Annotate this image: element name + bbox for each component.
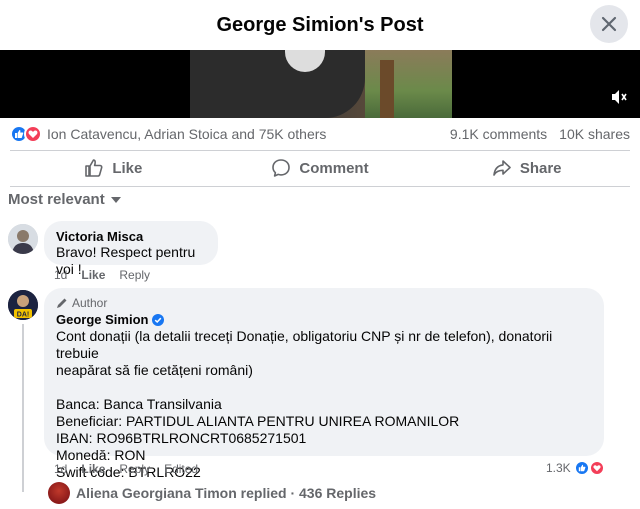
comment-text: Cont donații (la detalii treceți Donație… <box>56 328 592 481</box>
comment-line: neapărat să fie cetățeni români) <box>56 362 253 378</box>
share-label: Share <box>519 159 562 177</box>
share-button[interactable]: Share <box>423 158 630 178</box>
reaction-icons[interactable]: Ion Catavencu, Adrian Stoica and 75K oth… <box>10 125 326 143</box>
profile-photo-icon: DA! <box>8 290 38 320</box>
shares-count[interactable]: 10K shares <box>559 126 630 142</box>
verified-badge-icon <box>152 313 165 326</box>
replier-avatar <box>48 482 70 504</box>
mute-icon[interactable] <box>610 88 628 106</box>
like-button[interactable]: Like <box>10 158 217 178</box>
comment-time[interactable]: 1d <box>54 268 67 282</box>
comment-actions: 1d Like Reply Edited <box>54 462 198 476</box>
comment-line: IBAN: RO96BTRLRONCRT0685271501 <box>56 430 307 446</box>
profile-photo-icon <box>8 224 38 254</box>
reaction-count-text: 1.3K <box>546 461 571 475</box>
comment-like-button[interactable]: Like <box>81 268 105 282</box>
video-frame <box>190 50 452 118</box>
author-label: Author <box>72 296 108 310</box>
comment-line: Banca: Banca Transilvania <box>56 396 222 412</box>
divider <box>10 150 630 151</box>
comment-actions: 1d Like Reply <box>54 268 150 282</box>
comment-bubble: Victoria Misca Bravo! Respect pentru voi… <box>44 221 218 277</box>
action-bar: Like Comment Share <box>10 152 630 184</box>
comment-sort-dropdown[interactable]: Most relevant <box>8 191 121 208</box>
reactors-text[interactable]: Ion Catavencu, Adrian Stoica and 75K oth… <box>47 126 326 142</box>
edited-label[interactable]: Edited <box>164 462 198 476</box>
comment-bubble: Author George Simion Cont donații (la de… <box>44 288 604 480</box>
close-button[interactable] <box>590 5 628 43</box>
share-icon <box>493 160 511 176</box>
comment-button[interactable]: Comment <box>217 158 424 178</box>
post-modal-header: George Simion's Post <box>0 0 640 50</box>
comment-reaction-count[interactable]: 1.3K <box>546 460 605 476</box>
author-badge: Author <box>56 296 592 310</box>
love-reaction-icon <box>588 460 605 476</box>
chevron-down-icon <box>110 196 121 203</box>
thread-line <box>22 324 24 492</box>
comment-reply-button[interactable]: Reply <box>119 268 150 282</box>
page-title: George Simion's Post <box>216 13 424 36</box>
avatar[interactable] <box>8 224 38 254</box>
comment-label: Comment <box>299 159 369 177</box>
comment-line: Beneficiar: PARTIDUL ALIANTA PENTRU UNIR… <box>56 413 460 429</box>
sort-label: Most relevant <box>8 191 105 208</box>
comment-icon <box>272 159 291 177</box>
view-replies-link[interactable]: Aliena Georgiana Timon replied · 436 Rep… <box>48 482 376 504</box>
comment-time[interactable]: 1d <box>54 462 67 476</box>
close-icon <box>601 16 617 32</box>
like-reaction-icon <box>573 460 590 476</box>
pen-icon <box>57 298 67 308</box>
post-stats: Ion Catavencu, Adrian Stoica and 75K oth… <box>0 118 640 150</box>
commenter-name[interactable]: Victoria Misca <box>56 229 206 244</box>
avatar[interactable]: DA! <box>8 290 38 320</box>
like-label: Like <box>112 159 143 177</box>
commenter-name[interactable]: George Simion <box>56 312 148 327</box>
comment-line: Cont donații (la detalii treceți Donație… <box>56 328 553 361</box>
love-reaction-icon <box>24 125 42 143</box>
divider <box>10 186 630 187</box>
replies-text: Aliena Georgiana Timon replied · 436 Rep… <box>76 485 377 501</box>
comment-reply-button[interactable]: Reply <box>119 462 150 476</box>
comment-like-button[interactable]: Like <box>81 462 105 476</box>
svg-text:DA!: DA! <box>17 312 29 319</box>
thumbs-up-icon <box>85 159 103 177</box>
video-player[interactable] <box>0 50 640 118</box>
comments-count[interactable]: 9.1K comments <box>450 126 547 142</box>
